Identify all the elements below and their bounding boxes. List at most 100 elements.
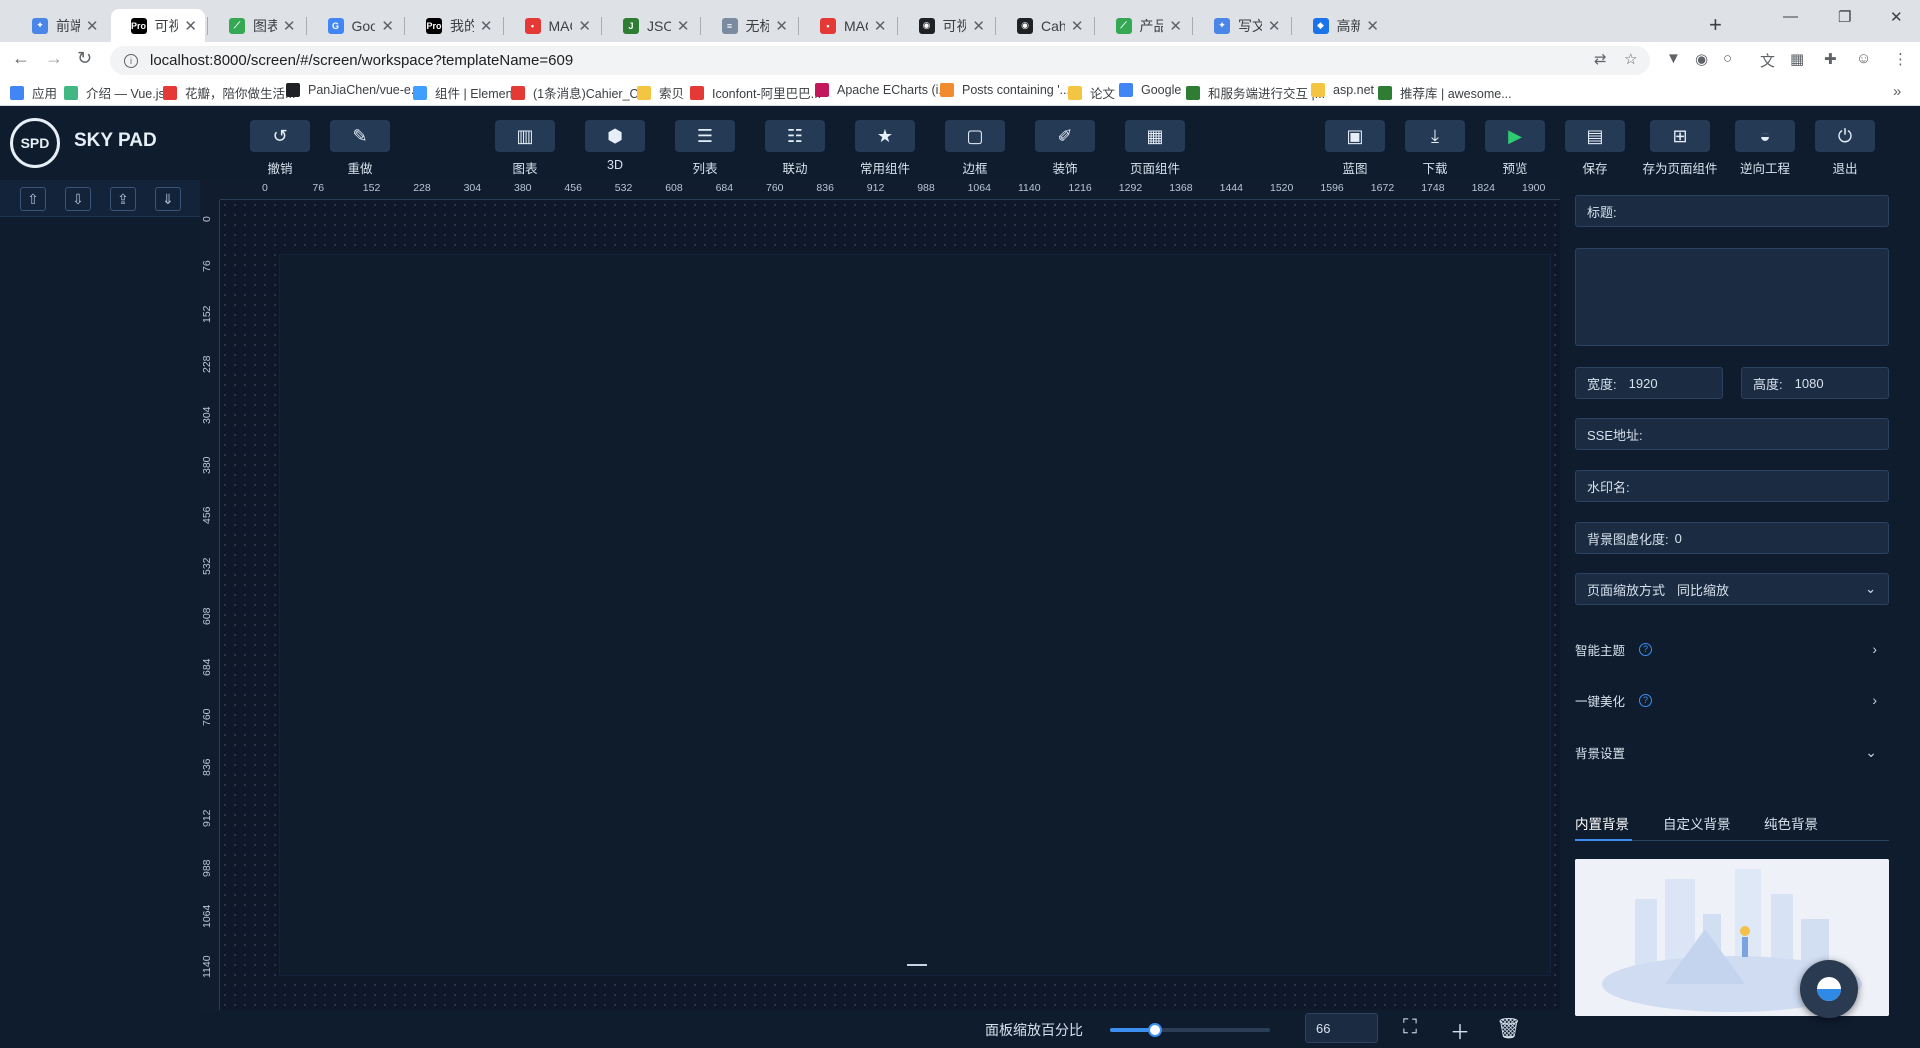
extension-translate-icon[interactable]: 文: [1760, 50, 1775, 71]
close-tab-icon[interactable]: ✕: [578, 17, 591, 35]
toolbar-blueprint-button[interactable]: ▣ 蓝图: [1320, 120, 1390, 177]
browser-tab[interactable]: ⟋ 产品手册 ✕: [1096, 9, 1191, 42]
tab-custom-bg[interactable]: 自定义背景: [1663, 813, 1731, 833]
beautify-row[interactable]: 一键美化 ? ›: [1575, 688, 1889, 712]
close-tab-icon[interactable]: ✕: [1268, 17, 1281, 35]
tab-solid-bg[interactable]: 纯色背景: [1764, 813, 1818, 833]
toolbar-save-component-button[interactable]: ⊞ 存为页面组件: [1643, 120, 1718, 177]
bg-settings-row[interactable]: 背景设置 ⌄: [1575, 740, 1889, 764]
move-top-icon[interactable]: ⇪: [110, 187, 136, 211]
fullscreen-icon[interactable]: ⛶: [1403, 1016, 1417, 1039]
toolbar-cube-button[interactable]: ⬢ 3D: [580, 120, 650, 172]
url-input[interactable]: i localhost:8000/screen/#/screen/workspa…: [110, 46, 1650, 75]
bookmark-item[interactable]: 索贝: [637, 83, 684, 102]
toolbar-eraser-button[interactable]: ✎ 重做: [325, 120, 395, 177]
zoom-slider[interactable]: [1110, 1023, 1270, 1037]
bookmark-item[interactable]: 应用: [10, 83, 57, 102]
browser-tab[interactable]: ≡ 无标题 - 语 ✕: [702, 9, 797, 42]
toolbar-download-button[interactable]: ⤓ 下载: [1400, 120, 1470, 177]
toolbar-play-button[interactable]: ▶ 预览: [1480, 120, 1550, 177]
watermark-field[interactable]: 水印名:: [1575, 470, 1889, 502]
close-tab-icon[interactable]: ✕: [86, 17, 99, 35]
translate-icon[interactable]: ⇄: [1594, 50, 1607, 68]
toolbar-bar-chart-button[interactable]: ▥ 图表: [490, 120, 560, 177]
close-tab-icon[interactable]: ✕: [972, 17, 985, 35]
toolbar-list-button[interactable]: ☰ 列表: [670, 120, 740, 177]
browser-tab[interactable]: ✦ 前端-掘金 ✕: [12, 9, 107, 42]
more-bookmarks-icon[interactable]: »: [1893, 83, 1901, 100]
bookmark-item[interactable]: 组件 | Element: [413, 83, 516, 102]
toolbar-border-button[interactable]: ▢ 边框: [940, 120, 1010, 177]
close-tab-icon[interactable]: ✕: [283, 17, 296, 35]
close-tab-icon[interactable]: ✕: [874, 17, 887, 35]
tab-builtin-bg[interactable]: 内置背景: [1575, 813, 1629, 833]
close-tab-icon[interactable]: ✕: [775, 17, 788, 35]
close-tab-icon[interactable]: ✕: [381, 17, 394, 35]
screen-artboard[interactable]: [280, 255, 1550, 975]
smart-theme-row[interactable]: 智能主题 ? ›: [1575, 637, 1889, 661]
browser-tab[interactable]: Pro 我的工作 ✕: [406, 9, 501, 42]
extension-blank-icon[interactable]: ○: [1723, 50, 1732, 67]
profile-avatar-icon[interactable]: ☺: [1856, 50, 1871, 67]
toolbar-brush-button[interactable]: ✐ 装饰: [1030, 120, 1100, 177]
toolbar-undo-button[interactable]: ↺ 撤销: [245, 120, 315, 177]
browser-tab[interactable]: G Google 翻 ✕: [308, 9, 403, 42]
move-down-icon[interactable]: ⇩: [65, 187, 91, 211]
editor-canvas[interactable]: 0 76 152 228 304 380 456 532 608 684 760 836 912 988 1…: [200, 180, 1560, 1010]
delete-icon[interactable]: 🗑: [1496, 1016, 1521, 1041]
vertical-ruler[interactable]: 0 76 152 228 304 380 456 532 608 684 760 836 912 988 1…: [200, 200, 220, 1010]
close-tab-icon[interactable]: ✕: [1366, 17, 1379, 35]
extension-color-icon[interactable]: ▦: [1790, 50, 1804, 68]
site-info-icon[interactable]: i: [124, 53, 138, 68]
close-tab-icon[interactable]: ✕: [677, 17, 690, 35]
browser-tab[interactable]: ◉ 可视化平台 ✕: [899, 9, 994, 42]
help-icon[interactable]: ?: [1639, 693, 1653, 707]
bookmark-item[interactable]: asp.net: [1311, 83, 1374, 97]
description-textarea[interactable]: [1575, 248, 1889, 346]
restore-button[interactable]: ❐: [1838, 8, 1851, 26]
bookmark-item[interactable]: (1条消息)Cahier_C...: [511, 83, 649, 102]
close-tab-icon[interactable]: ✕: [1071, 17, 1084, 35]
browser-tab[interactable]: ⟋ 图表组件 ✕: [209, 9, 304, 42]
extension-circle-icon[interactable]: ◉: [1695, 50, 1708, 68]
zoom-input[interactable]: 66: [1305, 1013, 1378, 1043]
artboard-resize-handle[interactable]: [907, 964, 927, 966]
toolbar-save-button[interactable]: ▤ 保存: [1560, 120, 1630, 177]
new-tab-button[interactable]: +: [1709, 12, 1722, 38]
browser-tab[interactable]: • MAGIC 智 ✕: [505, 9, 600, 42]
close-tab-icon[interactable]: ✕: [480, 17, 493, 35]
toolbar-star-button[interactable]: ★ 常用组件: [850, 120, 920, 177]
bookmark-item[interactable]: PanJiaChen/vue-e...: [286, 83, 421, 97]
toolbar-layers-button[interactable]: ☷ 联动: [760, 120, 830, 177]
browser-tab[interactable]: ✦ 写文章 - S ✕: [1194, 9, 1289, 42]
close-window-button[interactable]: ✕: [1890, 8, 1903, 26]
bookmark-item[interactable]: 论文: [1068, 83, 1115, 102]
bookmark-item[interactable]: Iconfont-阿里巴巴...: [690, 83, 821, 102]
bookmark-item[interactable]: 花瓣，陪你做生活...: [163, 83, 295, 102]
assistant-float-button[interactable]: [1800, 960, 1858, 1018]
bookmark-item[interactable]: Posts containing '...: [940, 83, 1070, 97]
zoom-slider-handle[interactable]: [1147, 1023, 1162, 1037]
move-bottom-icon[interactable]: ⇓: [155, 187, 181, 211]
minimize-button[interactable]: —: [1783, 8, 1798, 25]
help-icon[interactable]: ?: [1639, 642, 1653, 656]
browser-tab[interactable]: • MAGIC 板 ✕: [800, 9, 895, 42]
bookmark-star-icon[interactable]: ☆: [1624, 50, 1637, 68]
browser-tab[interactable]: ◉ CahierX/c ✕: [997, 9, 1092, 42]
bookmark-item[interactable]: Apache ECharts (i...: [815, 83, 949, 97]
browser-tab[interactable]: ◆ 高新融合 ✕: [1293, 9, 1388, 42]
move-up-icon[interactable]: ⇧: [20, 187, 46, 211]
add-icon[interactable]: ＋: [1450, 1016, 1470, 1045]
forward-icon[interactable]: →: [45, 48, 63, 69]
blur-field[interactable]: 背景图虚化度: 0: [1575, 522, 1889, 554]
toolbar-reverse-button[interactable]: ◒ 逆向工程: [1730, 120, 1800, 177]
menu-kebab-icon[interactable]: ⋮: [1893, 50, 1908, 68]
toolbar-power-button[interactable]: ⏻ 退出: [1810, 120, 1880, 177]
horizontal-ruler[interactable]: 0 76 152 228 304 380 456 532 608 684 760 836 912 988 1…: [220, 180, 1560, 200]
width-field[interactable]: 宽度: 1920: [1575, 367, 1723, 399]
back-icon[interactable]: ←: [12, 48, 30, 69]
bookmark-item[interactable]: 介绍 — Vue.js: [64, 83, 165, 102]
extension-vue-icon[interactable]: ▼: [1666, 50, 1681, 67]
scale-mode-select[interactable]: 页面缩放方式 同比缩放 ⌄: [1575, 573, 1889, 605]
browser-tab[interactable]: J JSON在线 ✕: [603, 9, 698, 42]
